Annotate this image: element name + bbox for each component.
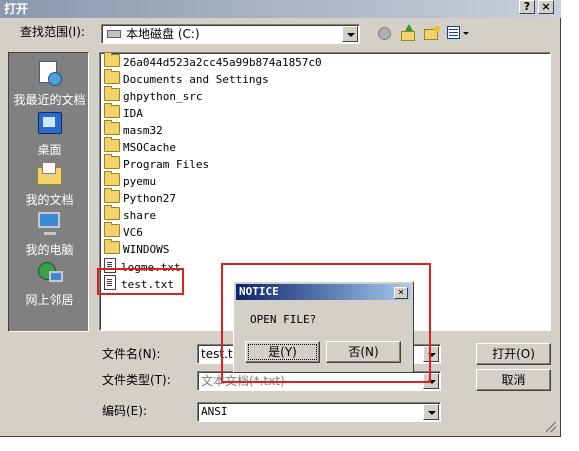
notice-dialog: NOTICE × OPEN FILE? 是(Y) 否(N) bbox=[233, 281, 414, 373]
folder-icon bbox=[104, 239, 120, 254]
place-network[interactable]: 网上邻居 bbox=[9, 259, 90, 308]
place-label: 我的电脑 bbox=[25, 243, 74, 257]
cancel-button[interactable]: 取消 bbox=[476, 369, 551, 391]
network-icon bbox=[35, 259, 65, 289]
folder-icon bbox=[104, 222, 120, 237]
list-item-folder[interactable]: WINDOWS bbox=[104, 239, 169, 258]
list-item-folder[interactable]: Program Files bbox=[104, 154, 209, 173]
back-icon[interactable] bbox=[378, 27, 391, 40]
filetype-label: 文件类型(T): bbox=[102, 373, 171, 387]
notice-close-button[interactable]: × bbox=[394, 287, 408, 299]
no-button[interactable]: 否(N) bbox=[326, 341, 401, 363]
place-label: 我最近的文档 bbox=[13, 93, 86, 107]
list-item-folder[interactable]: Documents and Settings bbox=[104, 69, 269, 88]
place-desktop[interactable]: 桌面 bbox=[9, 109, 90, 158]
lookin-label: 查找范围(I): bbox=[20, 25, 85, 39]
yes-button[interactable]: 是(Y) bbox=[245, 341, 320, 363]
folder-icon bbox=[104, 120, 120, 135]
folder-icon bbox=[104, 103, 120, 118]
folder-icon bbox=[104, 171, 120, 186]
lookin-value: 本地磁盘 (C:) bbox=[126, 27, 200, 41]
place-my-computer[interactable]: 我的电脑 bbox=[9, 209, 90, 258]
place-label: 网上邻居 bbox=[25, 293, 74, 307]
list-item-folder[interactable]: masm32 bbox=[104, 120, 163, 139]
encoding-select[interactable]: ANSI bbox=[197, 402, 441, 422]
encoding-value: ANSI bbox=[201, 405, 228, 418]
filename-label: 文件名(N): bbox=[102, 347, 161, 361]
open-button[interactable]: 打开(O) bbox=[476, 343, 551, 365]
list-item-folder[interactable]: 26a044d523a2cc45a99b874a1857c0 bbox=[104, 52, 322, 71]
drive-icon bbox=[107, 30, 121, 38]
place-my-documents[interactable]: 我的文档 bbox=[9, 159, 90, 208]
folder-icon bbox=[104, 137, 120, 152]
desktop-icon bbox=[35, 109, 65, 139]
recent-docs-icon bbox=[35, 59, 65, 89]
list-item-folder[interactable]: MSOCache bbox=[104, 137, 176, 156]
lookin-combo[interactable]: 本地磁盘 (C:) bbox=[101, 24, 360, 44]
folder-icon bbox=[104, 188, 120, 203]
lookin-dropdown-button[interactable] bbox=[342, 26, 358, 42]
folder-icon bbox=[104, 69, 120, 84]
highlight-selected-file bbox=[97, 268, 184, 295]
list-item-folder[interactable]: Python27 bbox=[104, 188, 176, 207]
my-computer-icon bbox=[35, 209, 65, 239]
folder-icon bbox=[104, 205, 120, 220]
place-label: 我的文档 bbox=[25, 193, 74, 207]
view-menu-icon[interactable] bbox=[447, 26, 469, 40]
encoding-label: 编码(E): bbox=[102, 404, 147, 418]
notice-title: NOTICE bbox=[239, 285, 279, 298]
list-item-folder[interactable]: ghpython_src bbox=[104, 86, 202, 105]
size-grip[interactable] bbox=[546, 422, 556, 432]
places-bar: 我最近的文档 桌面 我的文档 我的电脑 网上邻居 bbox=[8, 52, 89, 332]
title-bar[interactable]: 打开 ? × bbox=[0, 0, 561, 18]
place-label: 桌面 bbox=[37, 143, 62, 157]
new-folder-icon[interactable] bbox=[424, 26, 440, 40]
close-button[interactable]: × bbox=[538, 0, 554, 14]
help-button[interactable]: ? bbox=[519, 0, 535, 14]
place-recent[interactable]: 我最近的文档 bbox=[9, 59, 90, 108]
my-documents-icon bbox=[35, 159, 65, 189]
up-folder-icon[interactable] bbox=[401, 24, 415, 41]
notice-message: OPEN FILE? bbox=[250, 313, 317, 326]
folder-icon bbox=[104, 154, 120, 169]
folder-icon bbox=[104, 86, 120, 101]
window-title: 打开 bbox=[4, 2, 29, 16]
encoding-dropdown-button[interactable] bbox=[423, 404, 439, 420]
folder-icon bbox=[104, 52, 120, 67]
notice-title-bar[interactable]: NOTICE × bbox=[236, 284, 411, 300]
